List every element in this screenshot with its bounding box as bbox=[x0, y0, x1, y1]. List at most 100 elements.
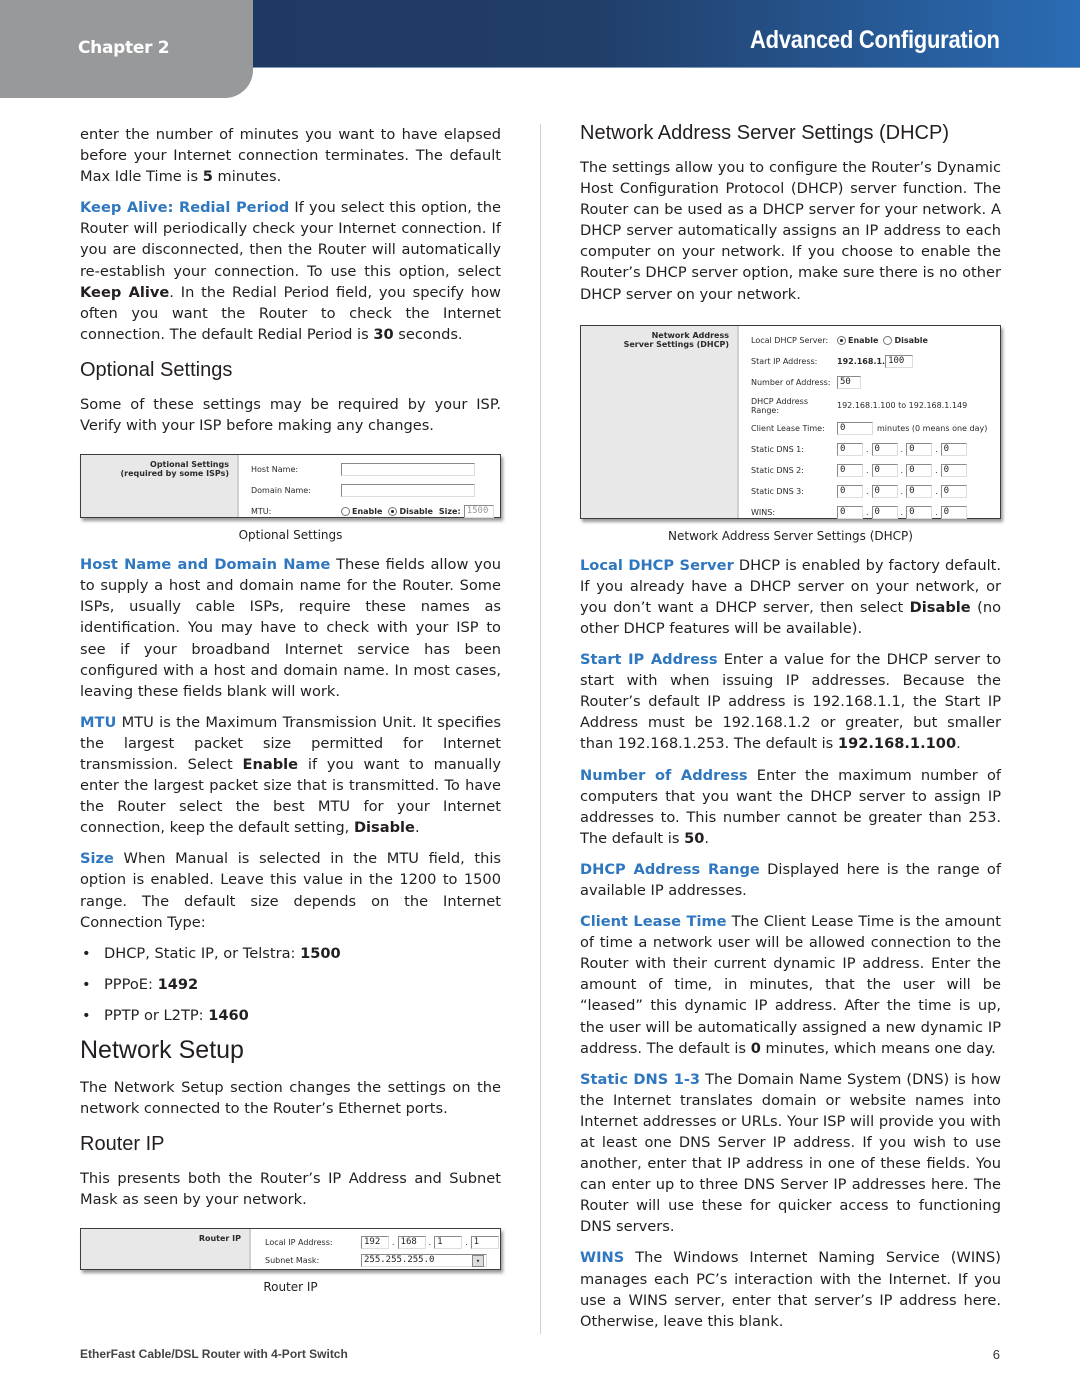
dns-octet-input[interactable]: 0 bbox=[940, 442, 967, 456]
section-label: Router IP bbox=[81, 1229, 251, 1270]
dns-octet-input[interactable]: 0 bbox=[906, 463, 933, 477]
footer-product: EtherFast Cable/DSL Router with 4-Port S… bbox=[80, 1347, 348, 1361]
caption-router-ip: Router IP bbox=[263, 1280, 318, 1295]
column-divider bbox=[540, 124, 541, 1334]
list-item: PPPoE: 1492 bbox=[80, 974, 501, 995]
left-column: enter the number of minutes you want to … bbox=[80, 124, 501, 1306]
chevron-down-icon[interactable]: ▾ bbox=[472, 1254, 484, 1267]
lease-time-row: Client Lease Time: 0 minutes (0 means on… bbox=[751, 421, 988, 435]
lease-time-input[interactable]: 0 bbox=[837, 421, 873, 435]
dns-octet-input[interactable]: 0 bbox=[837, 484, 863, 498]
ip-octet-input[interactable]: 1 bbox=[434, 1235, 463, 1249]
page-number: 6 bbox=[992, 1347, 1000, 1362]
dns-octet-input[interactable]: 0 bbox=[837, 463, 863, 477]
section-label: Optional Settings (required by some ISPs… bbox=[81, 455, 239, 518]
term-size: Size bbox=[80, 850, 114, 868]
subnet-row: Subnet Mask: 255.255.255.0 ▾ bbox=[265, 1251, 500, 1269]
term-mtu: MTU bbox=[80, 713, 117, 731]
figure-optional-settings: Optional Settings (required by some ISPs… bbox=[80, 454, 501, 542]
dns-row: Static DNS 3: 0. 0. 0. 0 bbox=[751, 481, 1000, 502]
section-label: Network Address Server Settings (DHCP) bbox=[581, 325, 739, 518]
subnet-mask-select[interactable]: 255.255.255.0 ▾ bbox=[361, 1253, 487, 1267]
router-ip-intro: This presents both the Router’s IP Addre… bbox=[80, 1169, 501, 1208]
dhcp-range-value: 192.168.1.100 to 192.168.1.149 bbox=[837, 401, 968, 411]
term-static-dns: Static DNS 1-3 bbox=[580, 1070, 701, 1088]
term-start-ip: Start IP Address bbox=[580, 651, 718, 669]
list-item: PPTP or L2TP: 1460 bbox=[80, 1005, 501, 1026]
screenshot-router-ip: Router IP Local IP Address: 192. 168. 1.… bbox=[80, 1228, 501, 1271]
heading-network-setup: Network Setup bbox=[80, 1035, 244, 1064]
host-name-input[interactable] bbox=[341, 463, 475, 477]
wins-octet-input[interactable]: 0 bbox=[940, 505, 967, 519]
term-keep-alive: Keep Alive: Redial Period bbox=[80, 199, 290, 217]
number-of-address-input[interactable]: 50 bbox=[837, 376, 861, 390]
number-of-address-paragraph: Number of Address Enter the maximum numb… bbox=[580, 766, 1002, 847]
mtu-enable-radio[interactable] bbox=[341, 507, 350, 517]
page-title: Advanced Configuration bbox=[750, 26, 1000, 54]
dns-row: Static DNS 1: 0. 0. 0. 0 bbox=[751, 439, 1000, 460]
dns-octet-input[interactable]: 0 bbox=[940, 484, 967, 498]
local-ip-row: Local IP Address: 192. 168. 1. 1 bbox=[265, 1233, 500, 1251]
local-dhcp-paragraph: Local DHCP Server DHCP is enabled by fac… bbox=[580, 556, 1002, 637]
mtu-size-input[interactable]: 1500 bbox=[463, 505, 494, 519]
local-dhcp-row: Local DHCP Server: Enable Disable bbox=[751, 335, 928, 345]
dns-octet-input[interactable]: 0 bbox=[871, 442, 898, 456]
ip-octet-input[interactable]: 168 bbox=[397, 1235, 426, 1249]
dns-octet-input[interactable]: 0 bbox=[940, 463, 967, 477]
dns-octet-input[interactable]: 0 bbox=[871, 484, 898, 498]
domain-name-input[interactable] bbox=[341, 484, 475, 498]
size-paragraph: Size When Manual is selected in the MTU … bbox=[80, 850, 501, 931]
screenshot-optional-settings: Optional Settings (required by some ISPs… bbox=[80, 454, 501, 519]
term-local-dhcp: Local DHCP Server bbox=[580, 556, 734, 574]
caption-optional-settings: Optional Settings bbox=[238, 528, 343, 543]
figure-dhcp: Network Address Server Settings (DHCP) L… bbox=[580, 324, 1001, 543]
wins-paragraph: WINS The Windows Internet Naming Service… bbox=[580, 1249, 1001, 1330]
heading-dhcp: Network Address Server Settings (DHCP) bbox=[580, 122, 950, 144]
wins-octet-input[interactable]: 0 bbox=[906, 505, 933, 519]
dns-octet-input[interactable]: 0 bbox=[906, 484, 933, 498]
start-ip-paragraph: Start IP Address Enter a value for the D… bbox=[580, 651, 1001, 753]
mtu-row: MTU: Enable Disable Size: 1500 bbox=[251, 501, 500, 522]
intro-paragraph: enter the number of minutes you want to … bbox=[80, 126, 501, 186]
term-host-name: Host Name and Domain Name bbox=[80, 556, 331, 574]
caption-dhcp: Network Address Server Settings (DHCP) bbox=[668, 528, 913, 543]
dhcp-enable-radio[interactable] bbox=[837, 335, 846, 345]
dns-octet-input[interactable]: 0 bbox=[906, 442, 933, 456]
host-name-paragraph: Host Name and Domain Name These fields a… bbox=[80, 556, 501, 700]
mtu-disable-radio[interactable] bbox=[388, 507, 398, 517]
dhcp-disable-radio[interactable] bbox=[883, 335, 893, 345]
term-dhcp-range: DHCP Address Range bbox=[580, 860, 760, 878]
term-number-of-address: Number of Address bbox=[580, 766, 748, 784]
wins-octet-input[interactable]: 0 bbox=[837, 505, 863, 519]
wins-row: WINS: 0. 0. 0. 0 bbox=[751, 502, 1000, 523]
dhcp-range-row: DHCP Address Range: 192.168.1.100 to 192… bbox=[751, 396, 968, 415]
heading-router-ip: Router IP bbox=[80, 1132, 165, 1155]
network-setup-intro: The Network Setup section changes the se… bbox=[80, 1078, 501, 1117]
start-ip-input[interactable]: 100 bbox=[885, 354, 914, 368]
start-ip-row: Start IP Address: 192.168.1. 100 bbox=[751, 351, 1000, 372]
list-item: DHCP, Static IP, or Telstra: 1500 bbox=[80, 943, 501, 964]
ip-octet-input[interactable]: 1 bbox=[470, 1235, 499, 1249]
ip-octet-input[interactable]: 192 bbox=[361, 1235, 389, 1249]
chapter-label: Chapter 2 bbox=[78, 38, 170, 58]
term-wins: WINS bbox=[580, 1249, 625, 1267]
right-column: Network Address Server Settings (DHCP) T… bbox=[580, 122, 1002, 1342]
dhcp-range-paragraph: DHCP Address Range Displayed here is the… bbox=[580, 860, 1001, 899]
term-lease-time: Client Lease Time bbox=[580, 913, 727, 931]
dns-octet-input[interactable]: 0 bbox=[871, 463, 898, 477]
heading-optional-settings: Optional Settings bbox=[80, 358, 233, 381]
host-name-row: Host Name: bbox=[251, 459, 500, 480]
dns-octet-input[interactable]: 0 bbox=[837, 442, 863, 456]
keep-alive-paragraph: Keep Alive: Redial Period If you select … bbox=[80, 199, 501, 343]
static-dns-paragraph: Static DNS 1-3 The Domain Name System (D… bbox=[580, 1070, 1001, 1236]
mtu-paragraph: MTU MTU is the Maximum Transmission Unit… bbox=[80, 713, 501, 837]
wins-octet-input[interactable]: 0 bbox=[871, 505, 898, 519]
figure-router-ip: Router IP Local IP Address: 192. 168. 1.… bbox=[80, 1228, 501, 1294]
optional-intro: Some of these settings may be required b… bbox=[80, 395, 501, 435]
domain-name-row: Domain Name: bbox=[251, 480, 500, 501]
chapter-tab: Chapter 2 bbox=[0, 0, 253, 98]
number-of-address-row: Number of Address: 50 bbox=[751, 372, 1000, 394]
size-list: DHCP, Static IP, or Telstra: 1500 PPPoE:… bbox=[80, 943, 501, 1026]
lease-time-paragraph: Client Lease Time The Client Lease Time … bbox=[580, 913, 1001, 1057]
dhcp-intro: The settings allow you to configure the … bbox=[580, 159, 1001, 303]
